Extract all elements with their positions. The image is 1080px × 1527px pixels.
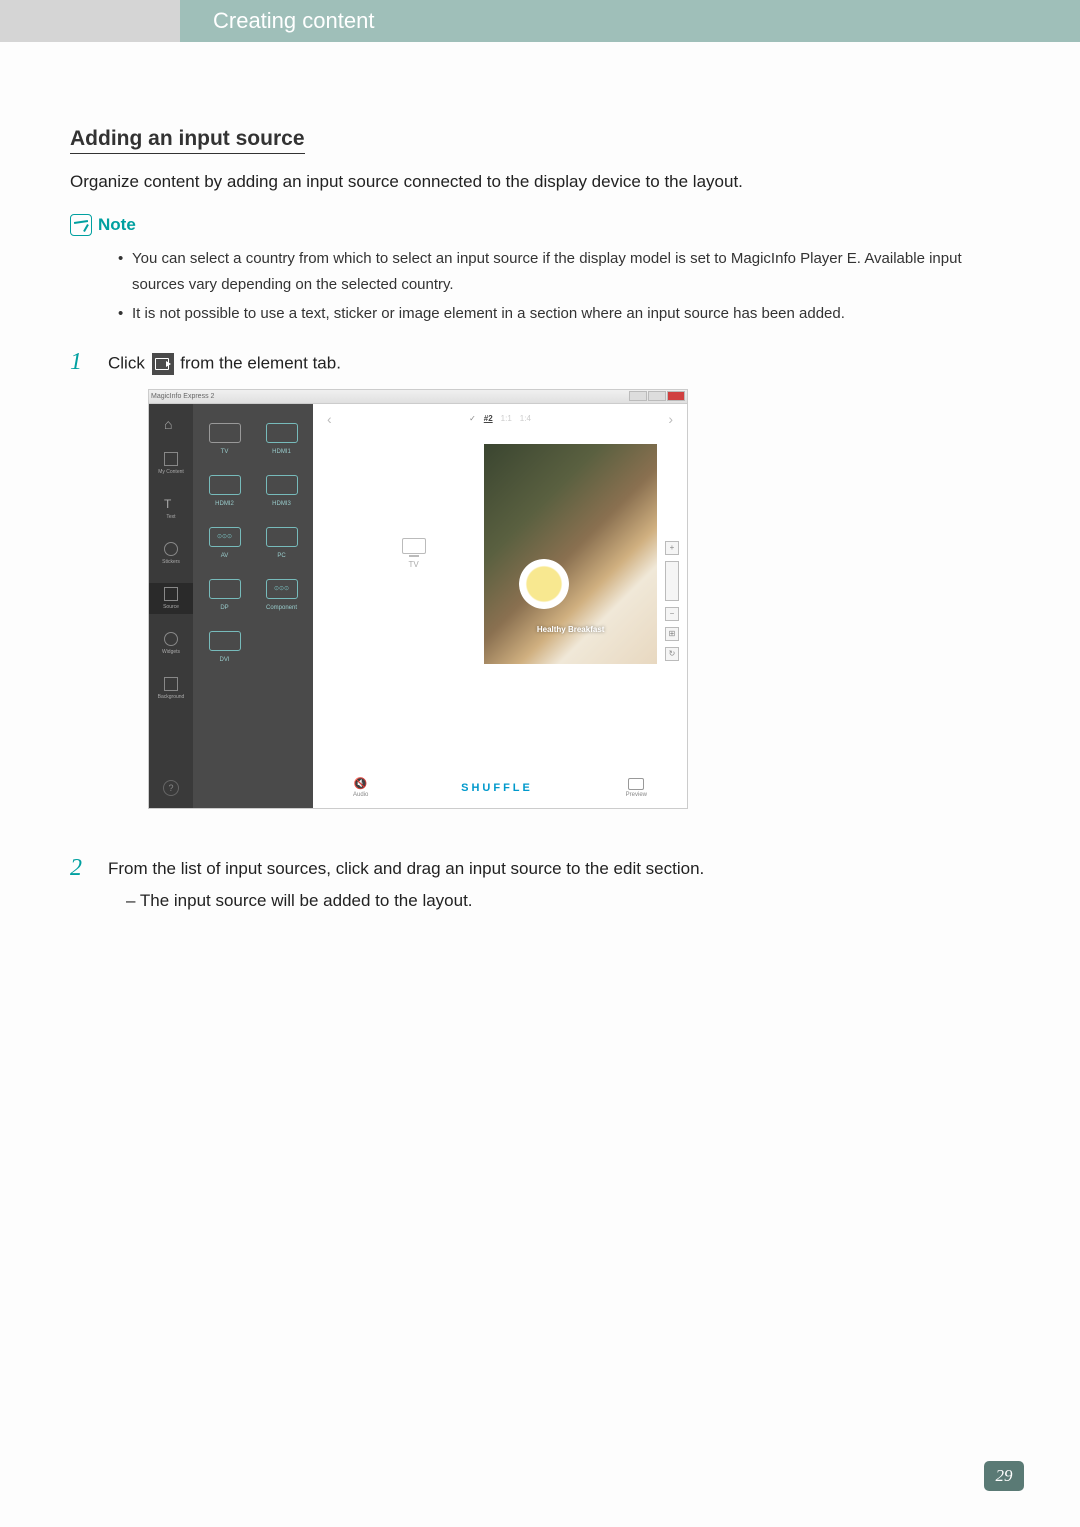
- maximize-button[interactable]: [648, 391, 666, 401]
- section-title: Adding an input source: [70, 127, 305, 154]
- window-buttons: [629, 391, 685, 401]
- sidebar: My Content TText Stickers Source Widgets…: [149, 404, 193, 808]
- source-tv[interactable]: TV: [199, 416, 250, 462]
- step-text-post: from the element tab.: [176, 353, 341, 372]
- ratio[interactable]: #2: [484, 414, 493, 423]
- prev-arrow-icon[interactable]: ‹: [327, 411, 332, 427]
- dvi-icon: [209, 631, 241, 651]
- source-pc[interactable]: PC: [256, 520, 307, 566]
- note-icon: [70, 214, 92, 236]
- reset-tool[interactable]: ↻: [665, 647, 679, 661]
- sidebar-widgets[interactable]: Widgets: [149, 628, 193, 659]
- tv-label: TV: [409, 560, 419, 569]
- source-tab-icon: [164, 587, 178, 601]
- content-icon: [164, 452, 178, 466]
- source-av[interactable]: ⊙⊙⊙AV: [199, 520, 250, 566]
- source-panel: TV HDMI1 HDMI2 HDMI3 ⊙⊙⊙AV PC DP ⊙⊙⊙Comp…: [193, 404, 313, 808]
- note-label: Note: [98, 215, 136, 235]
- sidebar-source[interactable]: Source: [149, 583, 193, 614]
- source-dvi[interactable]: DVI: [199, 624, 250, 670]
- app-screenshot: MagicInfo Express 2 My Content TText Sti…: [148, 389, 688, 809]
- window-title: MagicInfo Express 2: [151, 393, 214, 400]
- audio-button[interactable]: 🔇 Audio: [353, 777, 368, 798]
- add-tool[interactable]: +: [665, 541, 679, 555]
- tv-zone[interactable]: TV: [343, 444, 484, 664]
- step-body: From the list of input sources, click an…: [108, 855, 1010, 911]
- av-icon: ⊙⊙⊙: [209, 527, 241, 547]
- preview-icon: [628, 778, 644, 790]
- component-icon: ⊙⊙⊙: [266, 579, 298, 599]
- page-content: Adding an input source Organize content …: [0, 42, 1080, 911]
- source-component[interactable]: ⊙⊙⊙Component: [256, 572, 307, 618]
- sidebar-mycontent[interactable]: My Content: [149, 448, 193, 479]
- note-item: It is not possible to use a text, sticke…: [118, 301, 1010, 327]
- page-header: Creating content: [0, 0, 1080, 42]
- stickers-icon: [164, 542, 178, 556]
- note-list: You can select a country from which to s…: [70, 246, 1010, 327]
- sidebar-home[interactable]: [149, 412, 193, 434]
- ratio[interactable]: 1:1: [501, 414, 512, 423]
- canvas[interactable]: TV Healthy Breakfast + − ⊞: [313, 434, 687, 768]
- layout-ratios: #2 1:1 1:4: [469, 414, 531, 423]
- note-item: You can select a country from which to s…: [118, 246, 1010, 297]
- remove-tool[interactable]: −: [665, 607, 679, 621]
- step-body: Click from the element tab. MagicInfo Ex…: [108, 349, 1010, 839]
- app-body: My Content TText Stickers Source Widgets…: [149, 404, 687, 808]
- tv-placeholder-icon: [402, 538, 426, 554]
- tv-icon: [209, 423, 241, 443]
- header-left-block: [0, 0, 195, 42]
- audio-icon: 🔇: [354, 777, 368, 790]
- sub-step: – The input source will be added to the …: [108, 891, 1010, 911]
- preview-button[interactable]: Preview: [626, 778, 647, 798]
- header-title: Creating content: [195, 0, 1080, 42]
- source-hdmi1[interactable]: HDMI1: [256, 416, 307, 462]
- shuffle-button[interactable]: SHUFFLE: [461, 782, 533, 794]
- widgets-icon: [164, 632, 178, 646]
- fit-tool[interactable]: ⊞: [665, 627, 679, 641]
- background-icon: [164, 677, 178, 691]
- window-titlebar: MagicInfo Express 2: [149, 390, 687, 404]
- next-arrow-icon[interactable]: ›: [668, 411, 673, 427]
- canvas-content: TV Healthy Breakfast: [343, 444, 657, 664]
- food-caption: Healthy Breakfast: [537, 625, 605, 634]
- source-hdmi2[interactable]: HDMI2: [199, 468, 250, 514]
- step-number: 2: [70, 855, 90, 911]
- intro-text: Organize content by adding an input sour…: [70, 172, 1010, 192]
- hdmi-icon: [209, 475, 241, 495]
- step-number: 1: [70, 349, 90, 839]
- close-button[interactable]: [667, 391, 685, 401]
- sidebar-stickers[interactable]: Stickers: [149, 538, 193, 569]
- hdmi-icon: [266, 475, 298, 495]
- dp-icon: [209, 579, 241, 599]
- page-number: 29: [984, 1461, 1024, 1491]
- home-icon: [164, 416, 178, 430]
- step-text: From the list of input sources, click an…: [108, 859, 704, 878]
- step-1: 1 Click from the element tab. MagicInfo …: [70, 349, 1010, 839]
- note-block: Note You can select a country from which…: [70, 214, 1010, 327]
- pc-icon: [266, 527, 298, 547]
- help-button[interactable]: ?: [163, 780, 179, 796]
- source-hdmi3[interactable]: HDMI3: [256, 468, 307, 514]
- sidebar-text[interactable]: TText: [149, 493, 193, 524]
- main-area: ‹ #2 1:1 1:4 ›: [313, 404, 687, 808]
- step-text-pre: Click: [108, 353, 150, 372]
- ratio[interactable]: 1:4: [520, 414, 531, 423]
- step-2: 2 From the list of input sources, click …: [70, 855, 1010, 911]
- food-image[interactable]: Healthy Breakfast: [484, 444, 657, 664]
- source-dp[interactable]: DP: [199, 572, 250, 618]
- canvas-topbar: ‹ #2 1:1 1:4 ›: [313, 404, 687, 434]
- minimize-button[interactable]: [629, 391, 647, 401]
- bottom-bar: 🔇 Audio SHUFFLE Preview: [313, 768, 687, 808]
- sidebar-background[interactable]: Background: [149, 673, 193, 704]
- hdmi-icon: [266, 423, 298, 443]
- source-icon: [152, 353, 174, 375]
- text-icon: T: [164, 497, 178, 511]
- zoom-slider[interactable]: [665, 561, 679, 601]
- canvas-tools: + − ⊞ ↻: [665, 541, 679, 661]
- note-header: Note: [70, 214, 1010, 236]
- check-icon: [469, 414, 476, 423]
